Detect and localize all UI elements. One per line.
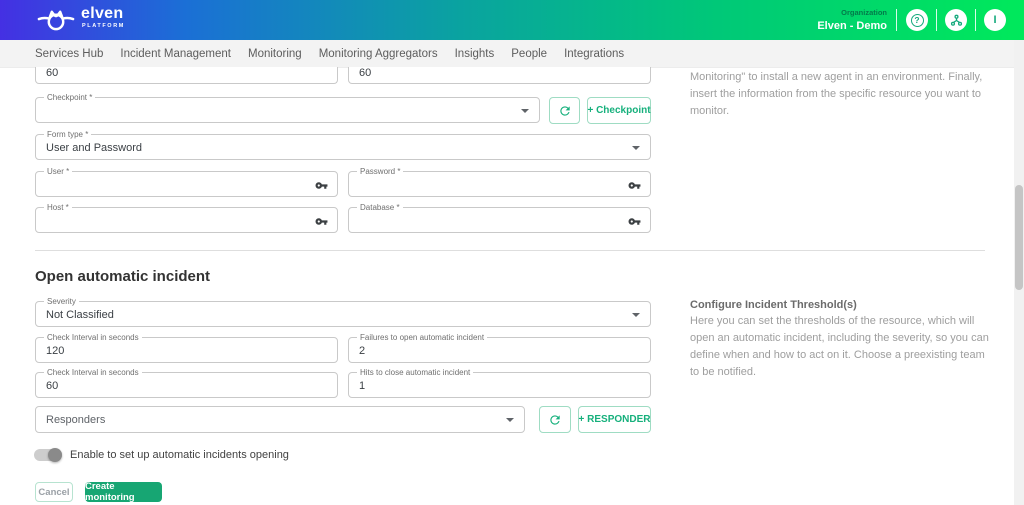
brand-subtitle: PLATFORM	[82, 23, 125, 29]
check-interval-open-value: 120	[46, 345, 64, 357]
chevron-down-icon	[506, 418, 514, 422]
failures-to-open-label: Failures to open automatic incident	[357, 333, 487, 342]
owl-logo-icon	[37, 7, 75, 33]
interval-left-value: 60	[46, 67, 58, 79]
checkpoint-label: Checkpoint *	[44, 93, 95, 102]
password-field[interactable]: Password *	[348, 171, 651, 197]
hits-to-close-value: 1	[359, 380, 365, 392]
toggle-knob	[48, 448, 62, 462]
brand-logo[interactable]: elven PLATFORM	[37, 5, 125, 33]
organization-switch-button[interactable]	[945, 9, 967, 31]
password-label: Password *	[357, 167, 403, 176]
brand-name: elven	[81, 5, 125, 23]
scrollbar-track[interactable]	[1014, 40, 1024, 505]
cancel-button[interactable]: Cancel	[35, 482, 73, 502]
refresh-checkpoint-button[interactable]	[549, 97, 580, 124]
help-button[interactable]: ?	[906, 9, 928, 31]
organization-label: Organization	[817, 7, 887, 19]
check-interval-close-value: 60	[46, 380, 58, 392]
header-separator	[975, 9, 976, 31]
responders-value: Responders	[46, 414, 105, 426]
user-label: User *	[44, 167, 72, 176]
scrollbar-thumb[interactable]	[1015, 185, 1023, 290]
interval-input-right[interactable]: 60	[348, 67, 651, 84]
failures-to-open-value: 2	[359, 345, 365, 357]
app-header: elven PLATFORM Organization Elven - Demo…	[0, 0, 1024, 40]
add-responder-button[interactable]: + RESPONDER	[578, 406, 651, 433]
header-separator	[896, 9, 897, 31]
nav-item-integrations[interactable]: Integrations	[564, 48, 624, 60]
page: elven PLATFORM Organization Elven - Demo…	[0, 0, 1024, 505]
nav-item-people[interactable]: People	[511, 48, 547, 60]
chevron-down-icon	[632, 313, 640, 317]
check-interval-close-label: Check Interval in seconds	[44, 368, 142, 377]
user-avatar[interactable]: I	[984, 9, 1006, 31]
user-field[interactable]: User *	[35, 171, 338, 197]
checkpoint-select[interactable]: Checkpoint *	[35, 97, 540, 123]
refresh-icon	[548, 413, 562, 427]
refresh-icon	[558, 104, 572, 118]
chevron-down-icon	[632, 146, 640, 150]
nav-item-insights[interactable]: Insights	[455, 48, 495, 60]
refresh-responders-button[interactable]	[539, 406, 571, 433]
chevron-down-icon	[521, 109, 529, 113]
interval-right-value: 60	[359, 67, 371, 79]
key-icon	[315, 179, 328, 192]
user-initial: I	[993, 14, 996, 26]
responders-select[interactable]: Responders	[35, 406, 525, 433]
create-monitoring-button[interactable]: Create monitoring	[85, 482, 162, 502]
database-label: Database *	[357, 203, 403, 212]
add-checkpoint-button[interactable]: + Checkpoint	[587, 97, 651, 124]
key-icon	[628, 179, 641, 192]
check-interval-open-field[interactable]: Check Interval in seconds 120	[35, 337, 338, 363]
host-field[interactable]: Host *	[35, 207, 338, 233]
brand-text: elven PLATFORM	[81, 5, 125, 29]
severity-select[interactable]: Severity Not Classified	[35, 301, 651, 327]
form-type-value: User and Password	[46, 142, 142, 154]
sitemap-icon	[950, 14, 963, 27]
organization-name: Elven - Demo	[817, 20, 887, 32]
resource-help-text: Monitoring" to install a new agent in an…	[690, 69, 990, 120]
header-separator	[936, 9, 937, 31]
severity-label: Severity	[44, 297, 79, 306]
failures-to-open-field[interactable]: Failures to open automatic incident 2	[348, 337, 651, 363]
check-interval-open-label: Check Interval in seconds	[44, 333, 142, 342]
hits-to-close-field[interactable]: Hits to close automatic incident 1	[348, 372, 651, 398]
host-label: Host *	[44, 203, 72, 212]
main-nav: Services Hub Incident Management Monitor…	[0, 40, 1024, 68]
nav-item-incident-management[interactable]: Incident Management	[120, 48, 231, 60]
threshold-help-title: Configure Incident Threshold(s)	[690, 299, 857, 311]
form-type-select[interactable]: Form type * User and Password	[35, 134, 651, 160]
threshold-help-text: Here you can set the thresholds of the r…	[690, 313, 990, 381]
database-field[interactable]: Database *	[348, 207, 651, 233]
incident-section-title: Open automatic incident	[35, 268, 210, 285]
nav-item-monitoring[interactable]: Monitoring	[248, 48, 302, 60]
interval-input-left[interactable]: 60	[35, 67, 338, 84]
automatic-incidents-toggle[interactable]	[34, 449, 62, 461]
hits-to-close-label: Hits to close automatic incident	[357, 368, 473, 377]
severity-value: Not Classified	[46, 309, 114, 321]
check-interval-close-field[interactable]: Check Interval in seconds 60	[35, 372, 338, 398]
form-type-label: Form type *	[44, 130, 91, 139]
automatic-incidents-toggle-label: Enable to set up automatic incidents ope…	[70, 449, 289, 461]
section-divider	[35, 250, 985, 251]
key-icon	[315, 215, 328, 228]
organization-block: Organization Elven - Demo	[817, 7, 887, 32]
help-icon: ?	[911, 14, 924, 27]
key-icon	[628, 215, 641, 228]
nav-item-monitoring-aggregators[interactable]: Monitoring Aggregators	[319, 48, 438, 60]
nav-item-services-hub[interactable]: Services Hub	[35, 48, 103, 60]
